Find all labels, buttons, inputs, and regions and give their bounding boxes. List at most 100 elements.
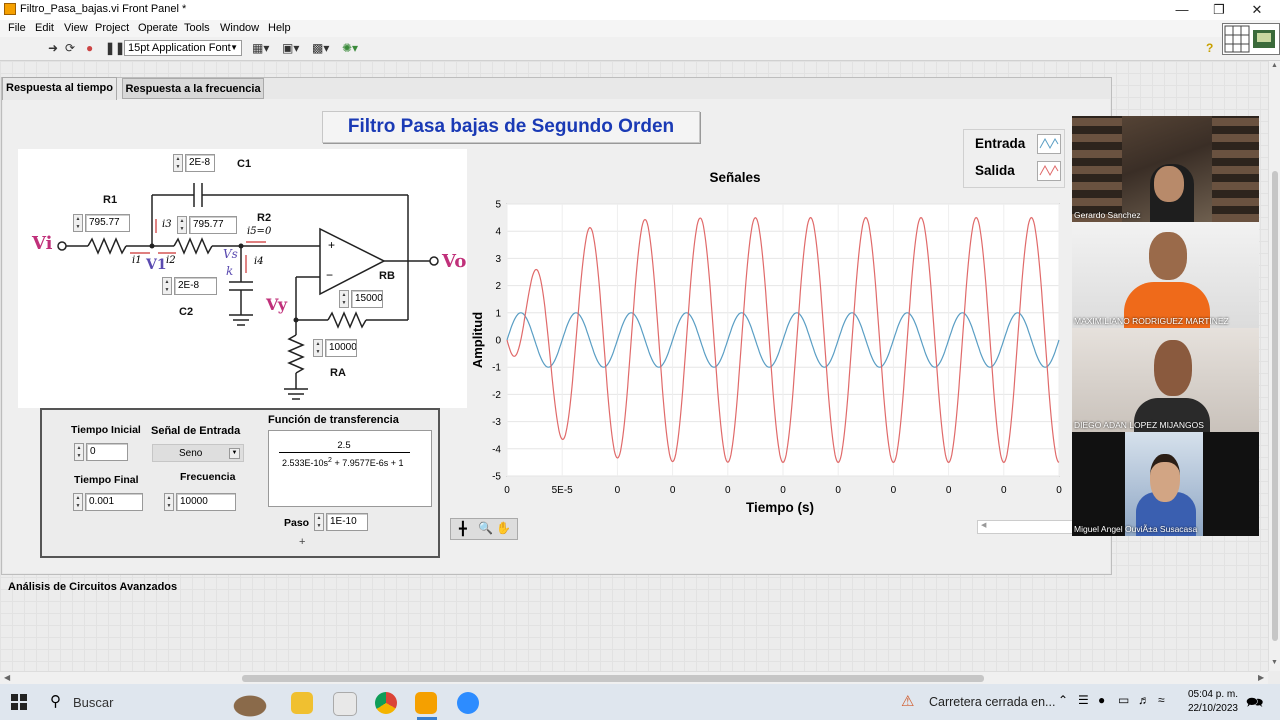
chevron-down-icon[interactable]: ▼ (229, 448, 240, 459)
clock-time[interactable]: 05:04 p. m. (1178, 689, 1238, 700)
scroll-right-icon[interactable]: ▶ (1258, 673, 1264, 682)
scroll-left-icon[interactable]: ◀ (981, 521, 986, 529)
tab-respuesta-tiempo[interactable]: Respuesta al tiempo (2, 77, 117, 100)
taskbar-search[interactable]: ⚲ Buscar (40, 684, 280, 720)
zoom-icon[interactable] (457, 692, 479, 714)
menu-edit[interactable]: Edit (35, 22, 54, 34)
c2-control[interactable]: ▲ ▼ 2E-8 (162, 276, 217, 296)
c1-value[interactable]: 2E-8 (185, 154, 215, 172)
vertical-scroll-thumb[interactable] (1272, 171, 1278, 641)
menu-window[interactable]: Window (220, 22, 259, 34)
zoom-icon[interactable]: 🔍 (478, 521, 493, 535)
c1-spinner[interactable]: ▲ ▼ (173, 154, 183, 172)
rb-value[interactable]: 15000 (351, 290, 383, 308)
run-arrow-icon[interactable]: ➜ (48, 41, 58, 55)
graph-scrollbar[interactable]: ◀ (977, 520, 1074, 534)
participant-name: Gerardo Sanchez (1074, 210, 1141, 220)
align-objects-icon[interactable]: ▦▾ (252, 41, 269, 55)
menu-project[interactable]: Project (95, 22, 129, 34)
notifications-icon[interactable]: 🗪 (1246, 692, 1263, 716)
senal-entrada-select[interactable]: Seno ▼ (152, 444, 244, 462)
frecuencia-input[interactable]: 10000 (176, 493, 236, 511)
tiempo-final-input[interactable]: 0.001 (85, 493, 143, 511)
r1-spinner[interactable]: ▲ ▼ (73, 214, 83, 232)
minimize-button[interactable]: — (1163, 0, 1201, 20)
menu-tools[interactable]: Tools (184, 22, 210, 34)
rb-spinner[interactable]: ▲ ▼ (339, 290, 349, 308)
r1-value[interactable]: 795.77 (85, 214, 130, 232)
paso-input[interactable]: 1E-10 (326, 513, 368, 531)
video-tile[interactable]: Miguel Angel OuviÃ±a Susacasa (1072, 432, 1259, 536)
reorder-icon[interactable]: ✺▾ (342, 41, 358, 55)
c2-value[interactable]: 2E-8 (174, 277, 217, 295)
x-tick-label: 0 (780, 485, 786, 496)
distribute-objects-icon[interactable]: ▣▾ (282, 41, 299, 55)
video-tile[interactable]: Gerardo Sanchez (1072, 116, 1259, 222)
video-tile[interactable]: MAXIMILIANO RODRIGUEZ MARTINEZ (1072, 222, 1259, 328)
video-tile[interactable]: DIEGO ADAN LOPEZ MIJANGOS (1072, 328, 1259, 432)
vertical-scrollbar[interactable]: ▲ ▼ (1268, 61, 1280, 671)
volume-icon[interactable]: ♬ (1138, 693, 1150, 707)
paso-control[interactable]: ▲ ▼ 1E-10 (314, 512, 368, 532)
pan-hand-icon[interactable]: ✋ (496, 521, 511, 535)
chrome-icon[interactable] (375, 692, 397, 714)
run-continuously-icon[interactable]: ⟳ (65, 41, 75, 55)
photos-app-icon[interactable] (333, 692, 357, 716)
close-button[interactable]: ✕ (1238, 0, 1276, 20)
chevron-up-icon[interactable]: ⌃ (1058, 693, 1068, 707)
help-icon[interactable]: ? (1206, 41, 1213, 55)
frecuencia-spinner[interactable]: ▲ ▼ (164, 493, 174, 511)
frecuencia-control[interactable]: ▲ ▼ 10000 (164, 492, 236, 512)
font-selector[interactable]: 15pt Application Font ▼ (124, 40, 242, 56)
cursor-move-icon[interactable]: ╋ (459, 521, 467, 537)
maximize-button[interactable]: ❐ (1200, 0, 1238, 20)
menu-view[interactable]: View (64, 22, 88, 34)
windows-start-icon[interactable] (11, 694, 27, 710)
menu-file[interactable]: File (8, 22, 26, 34)
c1-control[interactable]: ▲ ▼ 2E-8 (173, 153, 215, 173)
ra-spinner[interactable]: ▲ ▼ (313, 339, 323, 357)
rb-control[interactable]: ▲ ▼ 15000 (339, 289, 383, 309)
scroll-down-icon[interactable]: ▼ (1271, 659, 1278, 666)
tab-respuesta-frecuencia[interactable]: Respuesta a la frecuencia (122, 78, 264, 99)
chart-title: Señales (709, 170, 761, 185)
resize-objects-icon[interactable]: ▩▾ (312, 41, 329, 55)
weather-notification[interactable]: Carretera cerrada en... (929, 695, 1055, 709)
r2-value[interactable]: 795.77 (189, 216, 237, 234)
scroll-left-icon[interactable]: ◀ (4, 673, 10, 682)
legend-entrada-swatch[interactable] (1037, 134, 1061, 154)
i5-label: i5=0 (247, 226, 272, 237)
menu-operate[interactable]: Operate (138, 22, 178, 34)
file-explorer-icon[interactable] (291, 692, 313, 714)
scroll-up-icon[interactable]: ▲ (1271, 62, 1278, 69)
tiempo-inicial-spinner[interactable]: ▲ ▼ (74, 443, 84, 461)
r2-control[interactable]: ▲ ▼ 795.77 (177, 215, 237, 235)
tiempo-final-control[interactable]: ▲ ▼ 0.001 (73, 492, 143, 512)
clock-date[interactable]: 22/10/2023 (1178, 703, 1238, 714)
r2-spinner[interactable]: ▲ ▼ (177, 216, 187, 234)
horizontal-scrollbar[interactable]: ◀ ▶ (0, 671, 1268, 685)
tiempo-inicial-label: Tiempo Inicial (71, 424, 141, 436)
tiempo-inicial-control[interactable]: ▲ ▼ 0 (74, 442, 128, 462)
horizontal-scroll-thumb[interactable] (242, 675, 984, 682)
circuit-schematic (57, 183, 439, 400)
menu-help[interactable]: Help (268, 22, 291, 34)
ra-control[interactable]: ▲ ▼ 10000 (313, 338, 357, 358)
x-ticks: 0 5E-5 0 0 0 0 0 0 0 0 0 (504, 485, 1062, 496)
connector-pane-icon[interactable] (1222, 23, 1280, 55)
legend-salida-swatch[interactable] (1037, 161, 1061, 181)
tiempo-inicial-input[interactable]: 0 (86, 443, 128, 461)
battery-icon[interactable]: ▭ (1118, 693, 1129, 707)
labview-taskbar-icon[interactable] (415, 692, 437, 714)
pause-icon[interactable]: ❚❚ (105, 41, 125, 55)
abort-icon[interactable]: ● (86, 41, 93, 55)
wifi-icon[interactable]: ≈ (1158, 693, 1165, 707)
microphone-icon[interactable]: ● (1098, 693, 1105, 707)
c2-spinner[interactable]: ▲ ▼ (162, 277, 172, 295)
ra-value[interactable]: 10000 (325, 339, 357, 357)
paso-spinner[interactable]: ▲ ▼ (314, 513, 324, 531)
r1-control[interactable]: ▲ ▼ 795.77 (73, 213, 130, 233)
tiempo-final-spinner[interactable]: ▲ ▼ (73, 493, 83, 511)
meet-icon[interactable]: ☰ (1078, 693, 1089, 707)
graph-palette[interactable]: ╋ 🔍 ✋ (450, 518, 518, 540)
